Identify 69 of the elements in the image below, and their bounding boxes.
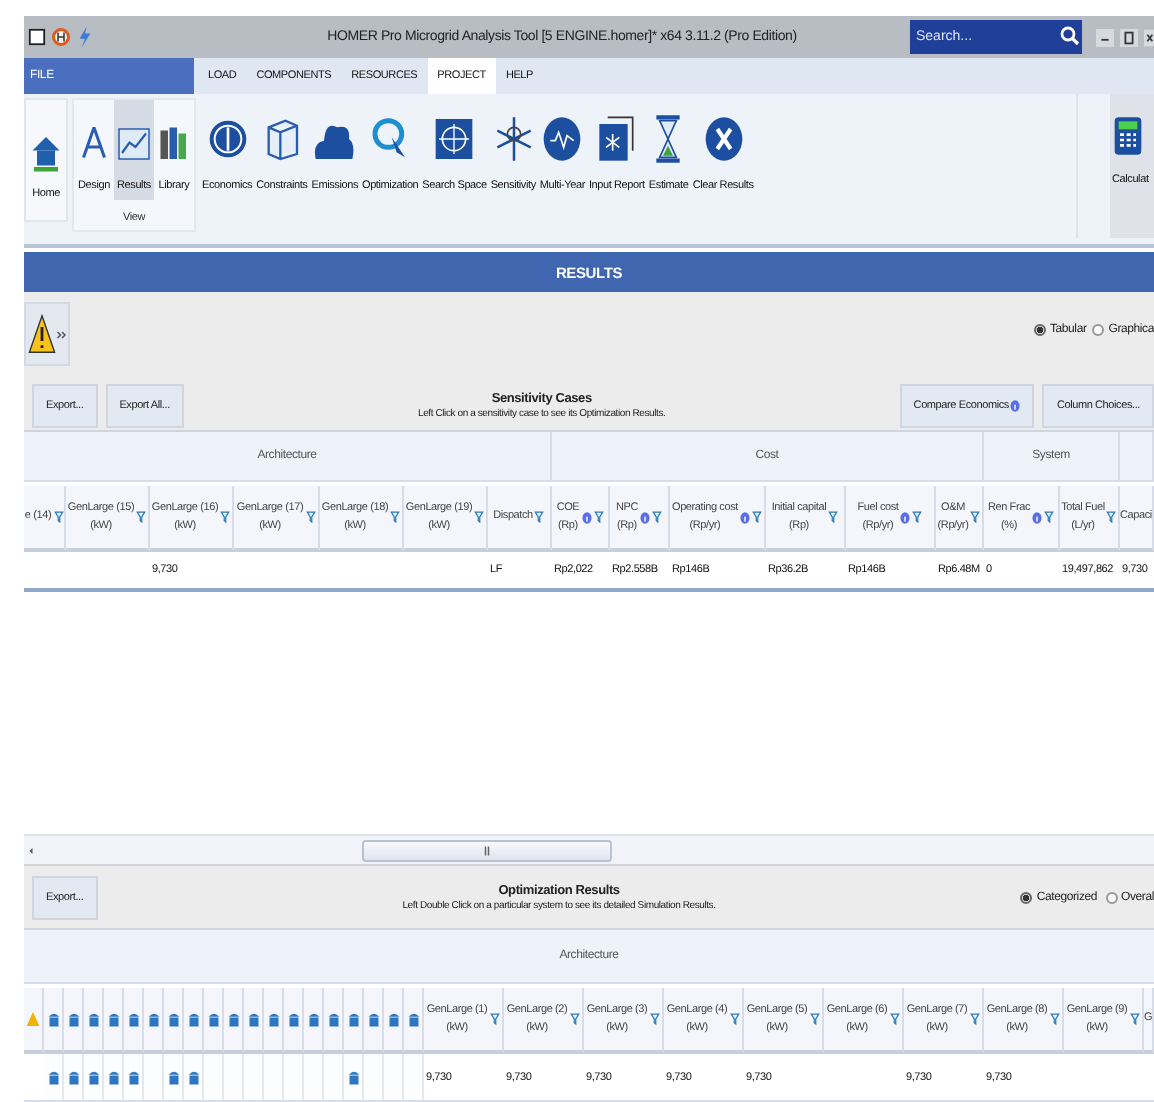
filter-icon[interactable] xyxy=(534,510,545,524)
generator-icon xyxy=(267,1010,279,1028)
generator-icon xyxy=(367,1010,379,1028)
radio-circle[interactable] xyxy=(1105,891,1118,903)
generator-icon xyxy=(127,1068,139,1086)
info-icon[interactable] xyxy=(581,511,592,523)
filter-icon[interactable] xyxy=(751,510,762,524)
left-arrow-icon[interactable] xyxy=(28,845,34,855)
generator-icon xyxy=(187,1010,199,1028)
filter-icon[interactable] xyxy=(489,1012,500,1026)
generator-icon xyxy=(47,1068,59,1086)
generator-icon xyxy=(47,1010,59,1028)
generator-icon xyxy=(387,1010,399,1028)
radio-circle[interactable] xyxy=(1092,324,1105,336)
generator-icon xyxy=(127,1010,139,1028)
restore-button[interactable] xyxy=(1120,25,1138,49)
radio-circle[interactable] xyxy=(1020,891,1033,903)
radio-circle[interactable] xyxy=(1033,324,1046,336)
filter-icon[interactable] xyxy=(1044,510,1055,524)
generator-icon xyxy=(87,1068,99,1086)
filter-icon[interactable] xyxy=(969,1012,980,1026)
generator-icon xyxy=(167,1068,179,1086)
filter-icon[interactable] xyxy=(809,1012,820,1026)
generator-icon xyxy=(307,1010,319,1028)
generator-icon xyxy=(347,1068,359,1086)
warning-icon xyxy=(28,310,56,358)
grip-icon xyxy=(484,845,490,855)
info-icon[interactable] xyxy=(900,511,911,523)
generator-icon xyxy=(187,1068,199,1086)
filter-icon[interactable] xyxy=(1129,1012,1140,1026)
generator-icon xyxy=(327,1010,339,1028)
filter-icon[interactable] xyxy=(649,1012,660,1026)
filter-icon[interactable] xyxy=(729,1012,740,1026)
logo-icon xyxy=(52,26,70,48)
generator-icon xyxy=(147,1010,159,1028)
info-icon[interactable] xyxy=(739,511,750,523)
generator-icon xyxy=(247,1010,259,1028)
info-icon[interactable] xyxy=(640,511,650,523)
scrollbar-thumb[interactable] xyxy=(362,839,612,861)
horizontal-scrollbar[interactable] xyxy=(24,834,1154,864)
lightning-icon xyxy=(76,26,94,48)
warning-icon xyxy=(26,1010,40,1028)
generator-icon xyxy=(67,1010,79,1028)
filter-icon[interactable] xyxy=(1049,1012,1060,1026)
filter-icon[interactable] xyxy=(828,510,839,524)
generator-icon xyxy=(167,1010,179,1028)
filter-icon[interactable] xyxy=(305,510,316,524)
filter-icon[interactable] xyxy=(652,510,662,524)
generator-icon xyxy=(407,1010,419,1028)
filter-icon[interactable] xyxy=(569,1012,580,1026)
generator-icon xyxy=(107,1010,119,1028)
double-chevron-icon xyxy=(56,329,68,339)
generator-icon xyxy=(107,1068,119,1086)
close-button[interactable] xyxy=(1144,25,1154,49)
generator-icon xyxy=(87,1010,99,1028)
filter-icon[interactable] xyxy=(912,510,923,524)
minimize-button[interactable] xyxy=(1096,25,1114,49)
warnings-button[interactable] xyxy=(24,302,70,366)
info-icon[interactable] xyxy=(1010,399,1021,411)
document-icon xyxy=(28,26,46,48)
generator-icon xyxy=(67,1068,79,1086)
filter-icon[interactable] xyxy=(889,1012,900,1026)
filter-icon[interactable] xyxy=(593,510,604,524)
generator-icon xyxy=(207,1010,219,1028)
generator-icon xyxy=(287,1010,299,1028)
search-icon[interactable] xyxy=(1058,20,1082,54)
generator-icon xyxy=(227,1010,239,1028)
info-icon[interactable] xyxy=(1032,511,1043,523)
generator-icon xyxy=(347,1010,359,1028)
